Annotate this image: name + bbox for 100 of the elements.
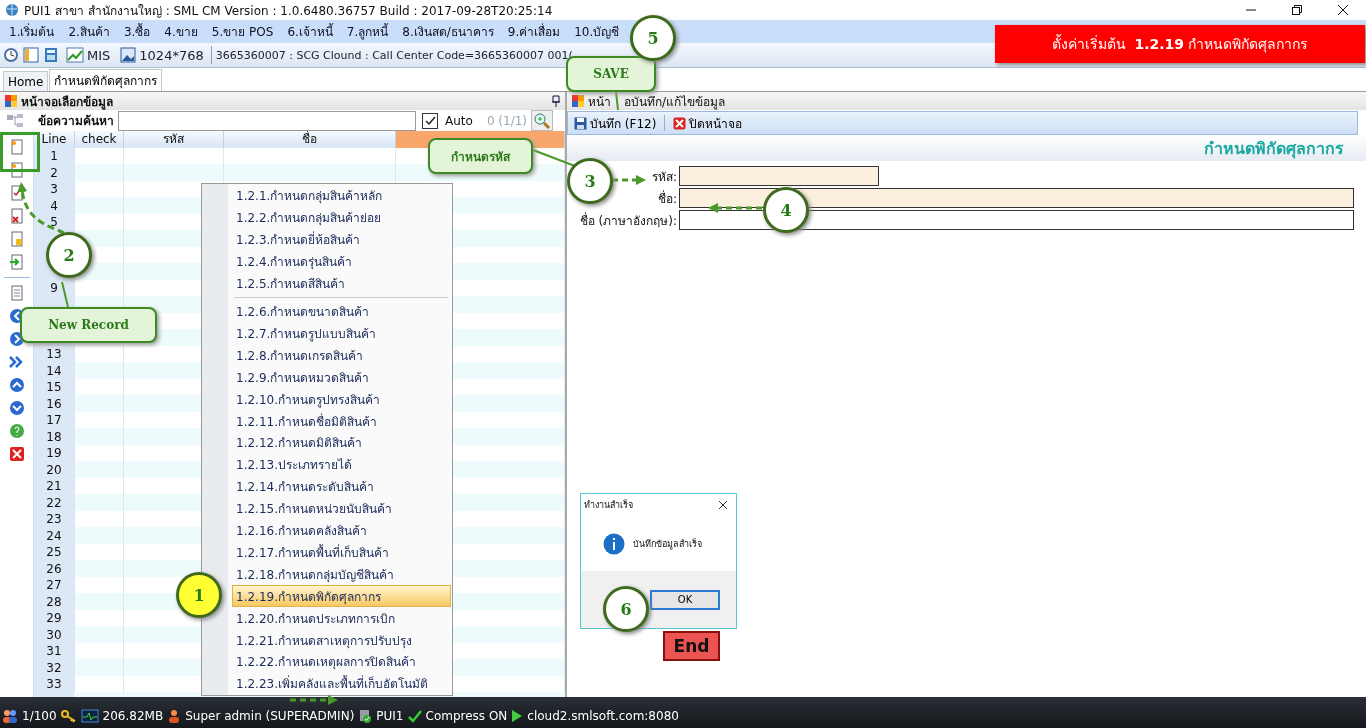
line-number: 3 [50, 181, 58, 198]
line-number: 15 [46, 379, 62, 396]
search-button[interactable] [531, 110, 553, 131]
dialog-title: ทำงานสำเร็จ [584, 498, 633, 512]
double-arrow-icon[interactable] [8, 354, 25, 370]
line-number: 26 [46, 560, 62, 577]
menu-item[interactable]: 7.ลูกหนี้ [339, 20, 396, 43]
menu-item[interactable]: 8.เงินสด/ธนาคาร [395, 20, 501, 43]
menu-item[interactable]: 6.เจ้าหนี้ [280, 20, 340, 43]
restore-icon [1291, 4, 1303, 16]
pin-icon[interactable] [551, 95, 561, 107]
menu-item[interactable]: 1.2.23.เพิ่มคลังและพื้นที่เก็บอัตโนมัติ [232, 672, 451, 695]
line-number: 32 [46, 659, 62, 676]
menu-item[interactable]: 1.2.22.กำหนดเหตุผลการปิดสินค้า [232, 651, 451, 673]
menu-item[interactable]: 1.2.1.กำหนดกลุ่มสินค้าหลัก [232, 185, 451, 207]
menu-item[interactable]: 2.สินค้า [61, 20, 117, 43]
window-title: PUI1 สาขา สำนักงานใหญ่ : SML CM Version : 1.0.6480.36757 Build : 2017-09-28T20:25:14 [24, 2, 553, 20]
monitor-icon [80, 709, 99, 723]
auto-label: Auto [445, 113, 473, 128]
menu-item[interactable]: 1.2.10.กำหนดรูปทรงสินค้า [232, 388, 451, 411]
leader-line [532, 149, 576, 167]
import-icon[interactable] [8, 254, 25, 270]
panel-icon[interactable] [23, 47, 39, 63]
line-number: 31 [46, 643, 62, 660]
dashed-arrow [290, 695, 338, 705]
menu-item[interactable]: 1.2.6.กำหนดขนาดสินค้า [232, 300, 451, 323]
line-number: 4 [50, 197, 58, 214]
menu-item[interactable]: 1.2.9.กำหนดหมวดสินค้า [232, 366, 451, 389]
search-field[interactable] [118, 110, 416, 131]
window-icon [4, 94, 18, 108]
clock-icon[interactable] [3, 47, 19, 63]
line-number: 23 [46, 511, 62, 528]
field-label: ชื่อ: [657, 189, 677, 208]
menu-item[interactable]: 5.ขาย POS [204, 20, 281, 43]
save-button[interactable]: บันทึก (F12) [572, 113, 659, 133]
close-icon[interactable] [718, 500, 728, 510]
delete-document-icon[interactable] [8, 208, 25, 224]
line-number: 30 [46, 626, 62, 643]
menu-item[interactable]: 1.2.11.กำหนดชื่อมิติสินค้า [232, 410, 451, 432]
column-header[interactable]: Line [34, 131, 75, 148]
step-marker: 3 [567, 158, 613, 204]
line-number: 27 [46, 577, 62, 594]
line-number: 24 [46, 527, 62, 544]
menu-item[interactable]: 1.2.12.กำหนดมิติสินค้า [232, 431, 451, 454]
menu-item[interactable]: 1.2.15.กำหนดหน่วยนับสินค้า [232, 497, 451, 520]
user-icon [167, 709, 182, 723]
calculator-icon[interactable] [43, 47, 59, 63]
menu-item[interactable]: 1.2.20.กำหนดประเภทการเบิก [232, 607, 451, 630]
menu-item[interactable]: 1.2.16.กำหนดคลังสินค้า [232, 519, 451, 542]
image-icon [120, 47, 137, 63]
panel-title: อบันทึก/แก้ไขข้อมูล [624, 93, 726, 111]
auto-checkbox[interactable] [422, 112, 438, 129]
globe-icon [5, 3, 19, 17]
menu-item[interactable]: 4.ขาย [157, 20, 205, 43]
menu-item[interactable]: 1.2.7.กำหนดรูปแบบสินค้า [232, 322, 451, 345]
panel-title: หน้าจอเลือกข้อมูล [21, 93, 113, 111]
close-screen-button[interactable]: ปิดหน้าจอ [671, 113, 745, 133]
menu-item[interactable]: 1.2.14.กำหนดระดับสินค้า [232, 475, 451, 498]
menu-item[interactable]: 10.บัญชี [567, 20, 627, 43]
line-number: 19 [46, 445, 62, 462]
floppy-icon [574, 116, 587, 130]
chart-icon [66, 47, 84, 63]
tab[interactable]: กำหนดพิกัดศุลกากร [49, 69, 163, 91]
menu-item[interactable]: 1.2.8.กำหนดเกรดสินค้า [232, 344, 451, 367]
menu-item[interactable]: 1.2.3.กำหนดยี่ห้อสินค้า [232, 228, 451, 251]
column-header[interactable]: ชื่อ [224, 131, 396, 148]
menu-item[interactable]: 9.ค่าเสื่อม [500, 20, 568, 43]
line-number: 9 [50, 280, 58, 297]
menu-item[interactable]: 1.2.17.กำหนดพื้นที่เก็บสินค้า [232, 541, 451, 564]
resolution-button[interactable]: 1024*768 [117, 47, 207, 63]
info-icon [603, 532, 625, 555]
help-icon[interactable] [8, 423, 25, 439]
menu-item[interactable]: 1.2.4.กำหนดรุ่นสินค้า [232, 250, 451, 273]
end-button[interactable]: End [663, 631, 720, 661]
ok-button[interactable]: OK [650, 589, 720, 610]
line-number: 5 [50, 214, 58, 231]
status-text: 206.82MB [102, 709, 164, 723]
menu-item[interactable]: 1.เริ่มต้น [2, 20, 62, 43]
mis-button[interactable]: MIS [63, 47, 114, 63]
line-number: 33 [46, 676, 62, 693]
input-field[interactable] [679, 166, 879, 186]
search-label: ข้อความค้นหา [38, 113, 114, 130]
dashed-arrow [17, 182, 65, 235]
checklist-icon[interactable] [8, 185, 25, 201]
menu-item[interactable]: 1.2.19.กำหนดพิกัดศุลกากร [232, 585, 451, 608]
menu-item[interactable]: 1.2.21.กำหนดสาเหตุการปรับปรุง [232, 629, 451, 652]
tab[interactable]: Home [3, 71, 49, 91]
menu-item[interactable]: 1.2.13.ประเภทรายได้ [232, 453, 451, 476]
database-icon [358, 709, 373, 723]
column-header[interactable]: รหัส [124, 131, 224, 148]
menu-item[interactable]: 3.ซื้อ [116, 20, 158, 43]
window-icon [571, 94, 585, 108]
column-header[interactable]: check [75, 131, 124, 148]
menu-item[interactable]: 1.2.2.กำหนดกลุ่มสินค้าย่อย [232, 206, 451, 229]
menu-item[interactable]: 1.2.5.กำหนดสีสินค้า [232, 272, 451, 295]
key-icon [60, 709, 77, 723]
menu-item[interactable]: 1.2.18.กำหนดกลุ่มบัญชีสินค้า [232, 563, 451, 586]
leader-line [615, 91, 619, 111]
annotation-tooltip: กำหนดรหัส [428, 138, 533, 174]
new-document-icon[interactable] [8, 162, 25, 178]
